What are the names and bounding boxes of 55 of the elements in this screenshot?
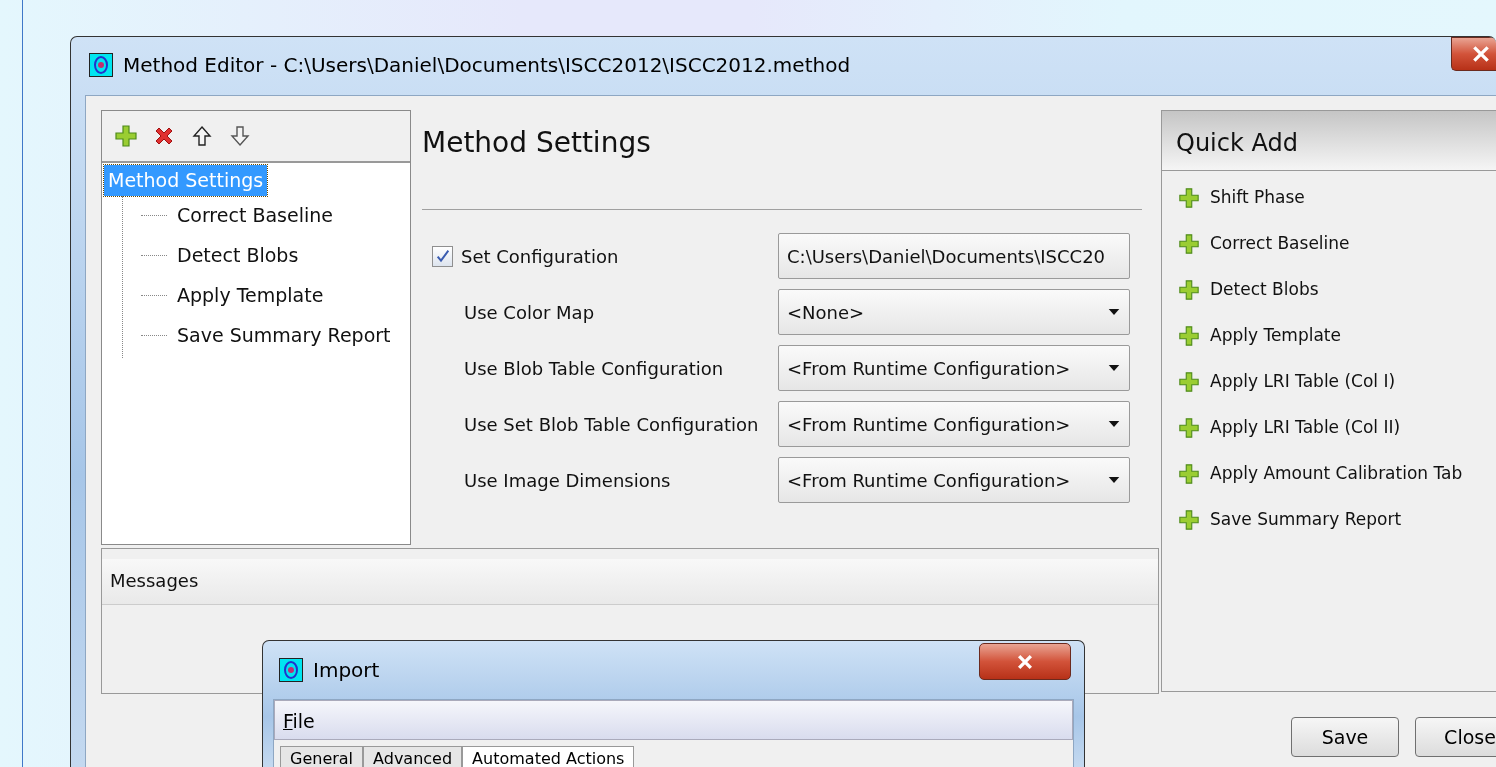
section-title: Method Settings (422, 110, 1142, 210)
close-button[interactable] (979, 643, 1071, 680)
plus-icon (1178, 417, 1200, 439)
setting-label: Use Set Blob Table Configuration (464, 412, 759, 437)
quick-add-item[interactable]: Detect Blobs (1162, 267, 1496, 313)
tree-item[interactable]: Apply Template (173, 280, 328, 311)
check-icon (434, 248, 451, 264)
setting-label: Use Color Map (464, 300, 595, 325)
window-title: Import (313, 657, 380, 684)
close-button[interactable] (1451, 37, 1496, 71)
dialog-button[interactable]: Close (1415, 717, 1496, 757)
app-icon (89, 53, 113, 77)
plus-icon[interactable] (114, 124, 138, 148)
quick-add-item[interactable]: Correct Baseline (1162, 221, 1496, 267)
panel-title: Messages (102, 559, 1158, 605)
dropdown-value: <None> (787, 300, 865, 325)
plus-icon (1178, 371, 1200, 393)
dropdown-value: <From Runtime Configuration> (787, 412, 1071, 437)
dropdown[interactable]: <From Runtime Configuration> (778, 345, 1130, 391)
quick-add-item[interactable]: Shift Phase (1162, 175, 1496, 221)
plus-icon (1178, 463, 1200, 485)
plus-icon (1178, 279, 1200, 301)
plus-icon (1178, 233, 1200, 255)
up-arrow-icon[interactable] (190, 124, 214, 148)
dropdown[interactable]: <From Runtime Configuration> (778, 457, 1130, 503)
menu-item[interactable]: File (275, 701, 323, 742)
tree-item[interactable]: Save Summary Report (173, 320, 395, 351)
tree-item[interactable]: Detect Blobs (173, 240, 303, 271)
tab[interactable]: Advanced (363, 746, 463, 767)
window-title: Method Editor - C:\Users\Daniel\Documents\ISCC2012\ISCC2012.method (123, 52, 851, 79)
panel-title: Quick Add (1162, 111, 1496, 171)
dropdown-value: <From Runtime Configuration> (787, 468, 1071, 493)
plus-icon (1178, 325, 1200, 347)
setting-label: Set Configuration (461, 244, 619, 269)
plus-icon (1178, 509, 1200, 531)
path-field[interactable]: C:\Users\Daniel\Documents\ISCC20 (778, 233, 1130, 279)
down-arrow-icon[interactable] (228, 124, 252, 148)
setting-label: Use Blob Table Configuration (464, 356, 724, 381)
tab[interactable]: Automated Actions (462, 746, 635, 767)
quick-add-item[interactable]: Save Summary Report (1162, 497, 1496, 543)
quick-add-item[interactable]: Apply Amount Calibration Tab (1162, 451, 1496, 497)
quick-add-item[interactable]: Apply Template (1162, 313, 1496, 359)
setting-label: Use Image Dimensions (464, 468, 671, 493)
dropdown[interactable]: <From Runtime Configuration> (778, 401, 1130, 447)
close-icon (1471, 44, 1491, 64)
quick-add-item[interactable]: Apply LRI Table (Col I) (1162, 359, 1496, 405)
tree-item[interactable]: Correct Baseline (173, 200, 337, 231)
plus-icon (1178, 187, 1200, 209)
dropdown-value: <From Runtime Configuration> (787, 356, 1071, 381)
checkbox[interactable] (432, 245, 453, 267)
app-icon (279, 658, 303, 682)
dialog-button[interactable]: Save (1291, 717, 1399, 757)
quick-add-item[interactable]: Apply LRI Table (Col II) (1162, 405, 1496, 451)
tab[interactable]: General (280, 746, 364, 767)
dropdown[interactable]: <None> (778, 289, 1130, 335)
